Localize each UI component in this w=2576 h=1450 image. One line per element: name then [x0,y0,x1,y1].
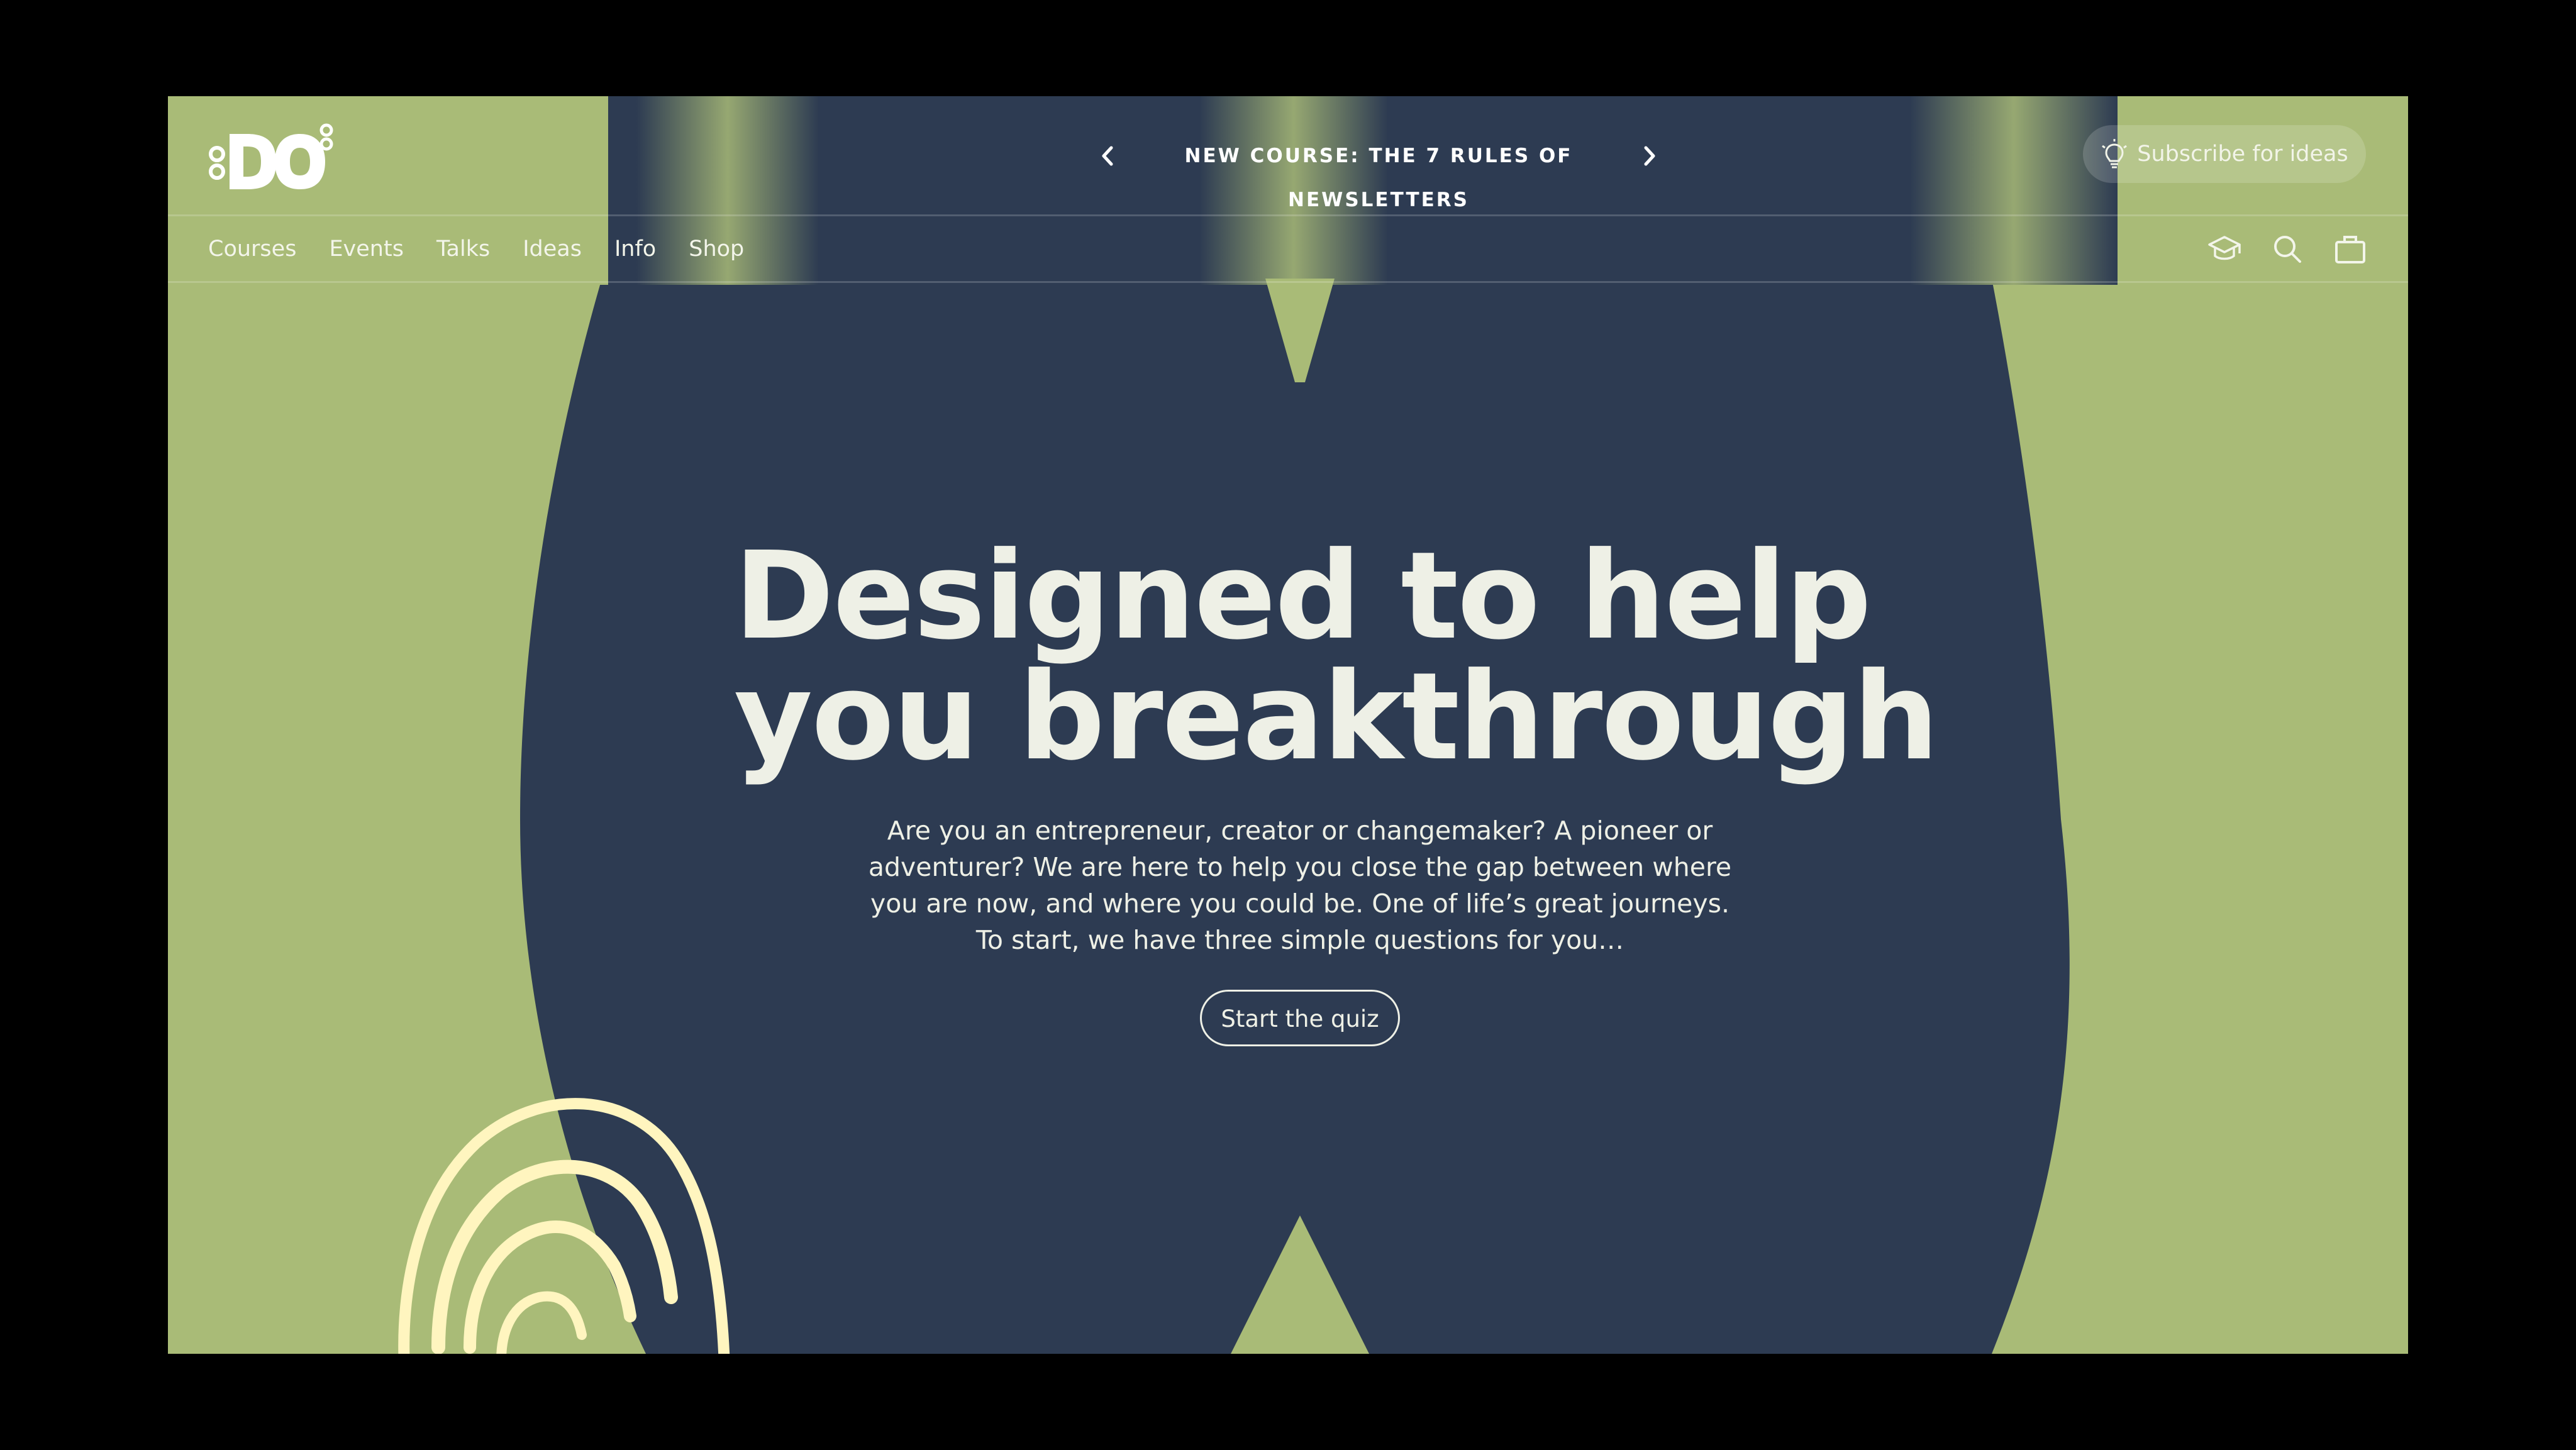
chevron-right-icon [1644,146,1655,166]
hero-description: Are you an entrepreneur, creator or chan… [868,816,1732,955]
hero-headline-line-2: you breakthrough [734,647,1939,787]
graduation-cap-icon [2208,235,2241,260]
nav-item-info[interactable]: Info [614,236,656,262]
nav-icons [2207,216,2368,281]
bag-icon [2335,235,2365,263]
promo-text[interactable]: NEW COURSE: THE 7 RULES OF NEWSLETTERS [1130,134,1627,211]
nav-item-shop[interactable]: Shop [689,236,744,262]
do-logo-icon [209,123,333,189]
browser-viewport: NEW COURSE: THE 7 RULES OF NEWSLETTERS S… [168,96,2408,1354]
courses-account-button[interactable] [2207,231,2242,267]
start-quiz-button[interactable]: Start the quiz [1200,990,1400,1046]
nav-item-courses[interactable]: Courses [208,236,296,262]
search-icon [2274,235,2301,263]
nav-links: Courses Events Talks Ideas Info Shop [208,216,744,281]
nav-item-ideas[interactable]: Ideas [523,236,582,262]
promo-prev-button[interactable] [1086,134,1130,178]
announcement-bar: NEW COURSE: THE 7 RULES OF NEWSLETTERS S… [168,96,2408,216]
site-logo[interactable] [208,121,334,191]
nav-item-talks[interactable]: Talks [436,236,490,262]
main-nav: Courses Events Talks Ideas Info Shop [168,216,2408,283]
hero-section: Designed to help you breakthrough Are yo… [734,526,1939,1046]
search-button[interactable] [2270,231,2305,267]
promo-next-button[interactable] [1627,134,1671,178]
hero-headline: Designed to help you breakthrough [734,526,1939,787]
subscribe-label: Subscribe for ideas [2137,141,2348,167]
subscribe-button[interactable]: Subscribe for ideas [2083,125,2366,183]
chevron-left-icon [1102,146,1113,166]
nav-item-events[interactable]: Events [329,236,404,262]
cart-button[interactable] [2333,231,2368,267]
promo-carousel: NEW COURSE: THE 7 RULES OF NEWSLETTERS [923,134,1655,211]
rainbow-doodle-icon [398,1098,730,1354]
lightbulb-icon [2102,139,2128,169]
hero-headline-line-1: Designed to help [734,526,1872,667]
